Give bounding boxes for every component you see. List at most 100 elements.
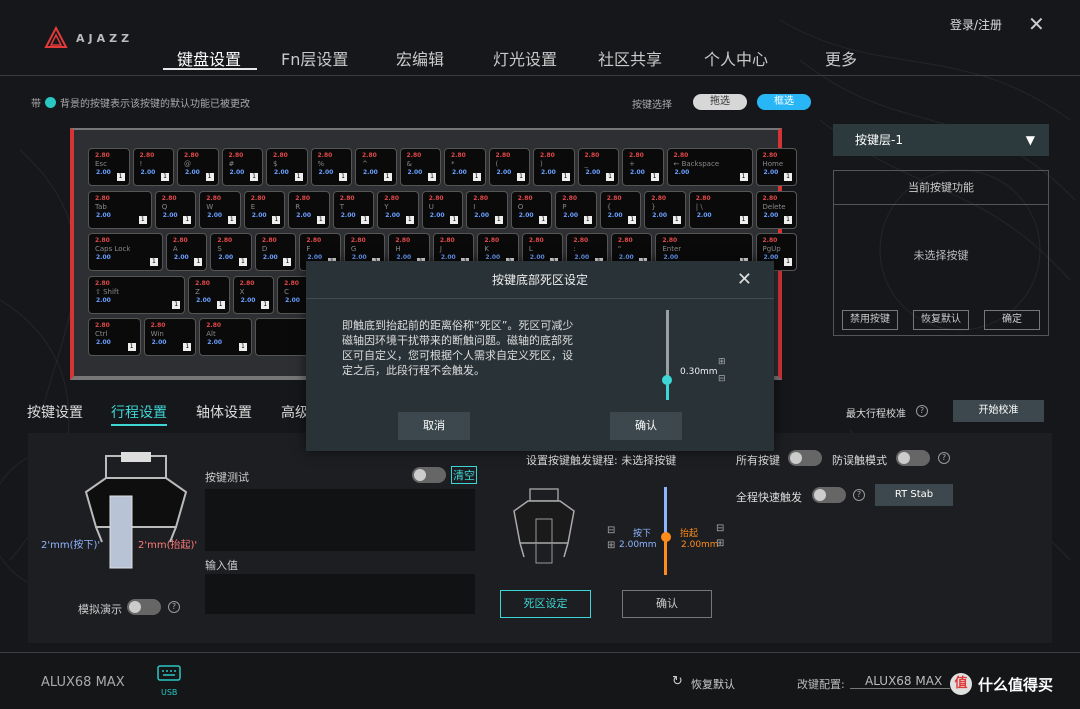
keyboard-key[interactable]: 2.80 #2.00 1: [221, 148, 263, 186]
max-travel-label: 最大行程校准: [846, 409, 906, 420]
tab-fn-layer[interactable]: Fn层设置: [281, 46, 348, 70]
key-actuation-value: 2.80: [762, 152, 778, 159]
box-select-button[interactable]: 框选: [757, 94, 811, 110]
demo-toggle[interactable]: [127, 599, 161, 615]
subtab-advanced[interactable]: 高级: [281, 402, 309, 422]
login-link[interactable]: 登录/注册: [950, 16, 1002, 33]
subtab-key-settings[interactable]: 按键设置: [27, 402, 83, 422]
keyboard-key[interactable]: 2.80 @2.00 1: [177, 148, 219, 186]
key-legend: W: [206, 202, 214, 211]
plus-icon[interactable]: ⊞: [718, 357, 726, 367]
disable-key-button[interactable]: 禁用按键: [842, 310, 898, 330]
deadzone-slider-handle[interactable]: [662, 375, 672, 386]
key-legend: !: [139, 160, 143, 168]
keyboard-key[interactable]: 2.80 X 2.00 1: [232, 275, 275, 314]
keyboard-key[interactable]: 2.80 W 2.00 1: [199, 190, 241, 229]
key-actuation-value: 2.80: [384, 194, 400, 202]
keyboard-key[interactable]: 2.80 I 2.00 1: [466, 190, 508, 229]
tab-community[interactable]: 社区共享: [598, 46, 662, 70]
dialog-cancel-button[interactable]: 取消: [398, 412, 470, 440]
restore-default-button[interactable]: 恢复默认: [913, 310, 969, 330]
keyboard-key[interactable]: 2.80 Delete 2.00 1: [755, 190, 797, 229]
keyboard-key[interactable]: 2.80) 2.00 1: [533, 148, 575, 186]
input-value-field[interactable]: [205, 574, 475, 614]
subtab-switch-settings[interactable]: 轴体设置: [196, 402, 252, 422]
keyboard-key[interactable]: 2.80 Esc 2.00 1: [88, 148, 130, 186]
keyboard-key[interactable]: 2.80 & 2.00 1: [399, 148, 441, 186]
tab-lighting[interactable]: 灯光设置: [493, 46, 557, 70]
keyboard-key[interactable]: 2.80(2.00 1: [488, 148, 530, 186]
keyboard-key[interactable]: 2.80 O 2.00 1: [510, 190, 553, 229]
minus-icon[interactable]: ⊟: [718, 374, 726, 384]
close-icon[interactable]: ✕: [737, 269, 752, 290]
keyboard-key[interactable]: 2.80 Tab 2.00 1: [88, 190, 152, 229]
tab-keyboard-settings[interactable]: 键盘设置: [177, 46, 241, 70]
confirm-key-button[interactable]: 确定: [984, 310, 1040, 330]
layer-dropdown[interactable]: 按键层-1 ▼: [833, 124, 1049, 156]
keyboard-key[interactable]: 2.80 | \ 2.00 1: [688, 190, 753, 229]
drag-select-button[interactable]: 拖选: [693, 94, 747, 110]
keyboard-key[interactable]: 2.80} 2.00 1: [644, 190, 686, 229]
keyboard-key[interactable]: 2.80! 2.00 1: [132, 148, 174, 186]
rt-stab-button[interactable]: RT Stab: [875, 484, 953, 506]
keyboard-key[interactable]: 2.80 A 2.00 1: [165, 233, 208, 271]
keyboard-key[interactable]: 2.80 Q 2.00 1: [154, 190, 197, 229]
keyboard-key[interactable]: 2.80{2.00 1: [599, 190, 642, 229]
key-release-value: 2.00: [340, 211, 356, 219]
tab-more[interactable]: 更多: [825, 46, 857, 70]
minus-press-icon[interactable]: ⊟: [607, 525, 615, 536]
keyboard-key[interactable]: 2.80 Caps Lock 2.00 1: [88, 233, 163, 271]
keyboard-key[interactable]: 2.80 E 2.00 1: [243, 190, 286, 229]
close-icon[interactable]: ✕: [1028, 12, 1045, 36]
full-rt-toggle[interactable]: [812, 487, 846, 503]
key-legend: PgUp: [762, 245, 781, 253]
restore-icon[interactable]: ↻: [672, 674, 683, 689]
help-icon[interactable]: ?: [916, 405, 928, 417]
config-select[interactable]: ALUX68 MAX: [850, 674, 950, 689]
plus-press-icon[interactable]: ⊞: [607, 540, 615, 551]
keyboard-key[interactable]: 2.80 Z 2.00 1: [188, 275, 230, 314]
key-test-toggle[interactable]: [412, 467, 446, 483]
help-icon[interactable]: ?: [938, 452, 950, 464]
keyboard-key[interactable]: 2.80 ⇧ Shift 2.00 1: [88, 275, 186, 314]
keyboard-key[interactable]: 2.80 U 2.00 1: [421, 190, 464, 229]
keyboard-key[interactable]: 2.80 * 2.00 1: [444, 148, 486, 186]
help-icon[interactable]: ?: [168, 601, 180, 613]
dialog-confirm-button[interactable]: 确认: [610, 412, 682, 440]
keyboard-key[interactable]: 2.80 P 2.00 1: [555, 190, 597, 229]
deadzone-setting-button[interactable]: 死区设定: [500, 590, 591, 618]
trigger-slider-handle[interactable]: [661, 532, 671, 542]
tab-personal[interactable]: 个人中心: [704, 46, 768, 70]
all-keys-toggle[interactable]: [788, 450, 822, 466]
help-icon[interactable]: ?: [853, 489, 865, 501]
keyboard-key[interactable]: 2.80 $2.00 1: [266, 148, 308, 186]
keyboard-key[interactable]: 2.80 Y 2.00 1: [377, 190, 419, 229]
key-legend: | \: [695, 202, 703, 211]
keyboard-key[interactable]: 2.80 T 2.00 1: [332, 190, 375, 229]
minus-release-icon[interactable]: ⊟: [716, 523, 724, 534]
keyboard-key[interactable]: 2.80 ^ 2.00 1: [355, 148, 397, 186]
keyboard-key[interactable]: 2.80 Win 2.00 1: [143, 318, 197, 356]
key-actuation-value: 2.80: [317, 152, 333, 159]
footer-restore-button[interactable]: 恢复默认: [691, 676, 735, 692]
keyboard-key[interactable]: 2.80 +2.00 1: [622, 148, 664, 186]
key-layer-badge: 1: [383, 173, 392, 181]
trigger-confirm-button[interactable]: 确认: [622, 590, 712, 618]
clear-button[interactable]: 清空: [451, 466, 477, 484]
tab-macro[interactable]: 宏编辑: [396, 46, 444, 70]
keyboard-key[interactable]: 2.80 S 2.00 1: [210, 233, 252, 271]
plus-release-icon[interactable]: ⊞: [716, 538, 724, 549]
release-slider-track[interactable]: [664, 537, 667, 575]
keyboard-key[interactable]: 2.80% 2.00 1: [310, 148, 352, 186]
start-calibration-button[interactable]: 开始校准: [953, 400, 1044, 422]
keyboard-key[interactable]: 2.80 Alt 2.00 1: [199, 318, 252, 356]
subtab-travel-settings[interactable]: 行程设置: [111, 402, 167, 426]
keyboard-key[interactable]: 2.80 Home 2.00 1: [755, 148, 797, 186]
keyboard-key[interactable]: 2.80 R 2.00 1: [288, 190, 330, 229]
anti-mistouch-toggle[interactable]: [896, 450, 930, 466]
keyboard-key[interactable]: 2.80 D 2.00 1: [254, 233, 297, 271]
keyboard-key[interactable]: 2.80 ← Backspace 2.00 1: [666, 148, 753, 186]
keyboard-key[interactable]: 2.80 _ 2.00 1: [577, 148, 619, 186]
keyboard-key[interactable]: 2.80 Ctrl 2.00 1: [88, 318, 141, 356]
press-slider-track[interactable]: [664, 487, 667, 537]
